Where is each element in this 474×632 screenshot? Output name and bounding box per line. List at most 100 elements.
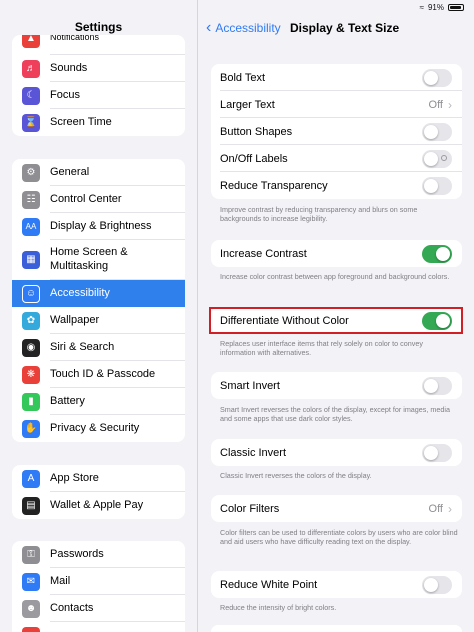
sidebar-item-label: Focus [50, 88, 80, 101]
contacts-icon: ☻ [22, 599, 40, 618]
sidebar-item-wallet[interactable]: ▤ Wallet & Apple Pay [12, 492, 185, 519]
reduce-transparency-row[interactable]: Reduce Transparency [211, 172, 462, 199]
fingerprint-icon: ❋ [22, 365, 40, 384]
chevron-right-icon: › [448, 97, 452, 112]
row-label: Button Shapes [220, 125, 293, 138]
smart-invert-toggle[interactable] [422, 376, 452, 395]
speaker-icon: ♬ [22, 59, 40, 78]
sidebar-item-label: Battery [50, 394, 85, 407]
accessibility-icon: ☺ [22, 284, 40, 303]
sidebar-item-home-screen[interactable]: ▦ Home Screen & Multitasking [12, 240, 185, 280]
off-label-icon [441, 154, 447, 161]
siri-icon: ◉ [22, 338, 40, 357]
sidebar-item-accessibility[interactable]: ☺ Accessibility [12, 280, 185, 307]
color-filters-value: Off › [429, 502, 452, 516]
display-options-card: Bold Text Larger Text Off › Button Shape… [211, 64, 462, 199]
color-filters-row[interactable]: Color Filters Off › [211, 495, 462, 522]
row-label: Color Filters [220, 502, 280, 515]
sidebar-item-touch-id[interactable]: ❋ Touch ID & Passcode [12, 361, 185, 388]
sidebar-item-notifications[interactable]: ▲ Notifications [12, 35, 185, 55]
sidebar-group-2: ⚙ General ☷ Control Center AA Display & … [12, 159, 185, 442]
chevron-left-icon: ‹ [206, 19, 212, 36]
back-label: Accessibility [215, 21, 281, 35]
battery-icon [448, 3, 464, 11]
sidebar-group-3: A App Store ▤ Wallet & Apple Pay [12, 465, 185, 519]
calendar-icon [22, 626, 40, 632]
color-filters-card: Color Filters Off › [211, 495, 462, 522]
sidebar-item-label: Home Screen & Multitasking [50, 246, 128, 272]
value-text: Off [428, 502, 443, 515]
increase-contrast-toggle[interactable] [422, 244, 452, 263]
sidebar-item-focus[interactable]: ☾ Focus [12, 82, 185, 109]
sidebar-item-label: Privacy & Security [50, 421, 140, 434]
sidebar-item-battery[interactable]: ▮ Battery [12, 388, 185, 415]
reduce-transparency-note: Improve contrast by reducing transparenc… [220, 205, 418, 223]
row-label: Reduce Transparency [220, 179, 328, 192]
sidebar-item-calendar[interactable] [12, 622, 185, 632]
reduce-white-point-toggle[interactable] [422, 575, 452, 594]
color-filters-note: Color filters can be used to differentia… [220, 528, 458, 546]
text-size-icon: AA [22, 217, 40, 236]
value-text: Off [428, 98, 443, 111]
row-label: Reduce White Point [220, 578, 318, 591]
bold-text-row[interactable]: Bold Text [211, 64, 462, 91]
sidebar-item-siri-search[interactable]: ◉ Siri & Search [12, 334, 185, 361]
sidebar-item-label: Siri & Search [50, 340, 115, 353]
button-shapes-toggle[interactable] [422, 122, 452, 141]
classic-invert-note: Classic Invert reverses the colors of th… [220, 471, 372, 480]
wifi-icon: ≈ [419, 2, 424, 12]
sidebar-item-wallpaper[interactable]: ✿ Wallpaper [12, 307, 185, 334]
classic-invert-card: Classic Invert [211, 439, 462, 466]
sidebar-item-display-brightness[interactable]: AA Display & Brightness [12, 213, 185, 240]
bold-text-toggle[interactable] [422, 68, 452, 87]
next-card [211, 625, 462, 632]
on-off-labels-row[interactable]: On/Off Labels [211, 145, 462, 172]
gear-icon: ⚙ [22, 163, 40, 182]
hand-icon: ✋ [22, 419, 40, 438]
sidebar-item-app-store[interactable]: A App Store [12, 465, 185, 492]
sidebar-item-passwords[interactable]: ⚿ Passwords [12, 541, 185, 568]
sidebar-item-screen-time[interactable]: ⌛ Screen Time [12, 109, 185, 136]
reduce-white-point-row[interactable]: Reduce White Point [211, 571, 462, 598]
sidebar-item-mail[interactable]: ✉ Mail [12, 568, 185, 595]
sidebar-item-label: Touch ID & Passcode [50, 367, 156, 380]
flower-icon: ✿ [22, 311, 40, 330]
row-label: Larger Text [220, 98, 275, 111]
differentiate-row[interactable]: Differentiate Without Color [211, 307, 462, 334]
sidebar-item-label: Passwords [50, 547, 104, 560]
sidebar: Settings ▲ Notifications ♬ Sounds ☾ Focu… [0, 0, 198, 632]
hourglass-icon: ⌛ [22, 113, 40, 132]
back-button[interactable]: ‹ Accessibility [206, 19, 281, 36]
sidebar-item-label: Wallet & Apple Pay [50, 498, 144, 511]
reduce-transparency-toggle[interactable] [422, 176, 452, 195]
on-off-labels-toggle[interactable] [422, 149, 452, 168]
sidebar-item-label: Screen Time [50, 115, 112, 128]
smart-invert-note: Smart Invert reverses the colors of the … [220, 405, 450, 423]
sidebar-item-general[interactable]: ⚙ General [12, 159, 185, 186]
sidebar-item-control-center[interactable]: ☷ Control Center [12, 186, 185, 213]
sidebar-item-label: Wallpaper [50, 313, 100, 326]
button-shapes-row[interactable]: Button Shapes [211, 118, 462, 145]
moon-icon: ☾ [22, 86, 40, 105]
sidebar-title: Settings [74, 20, 123, 34]
smart-invert-row[interactable]: Smart Invert [211, 372, 462, 399]
mail-icon: ✉ [22, 572, 40, 591]
sidebar-item-label: General [50, 165, 90, 178]
differentiate-note: Replaces user interface items that rely … [220, 339, 423, 357]
sidebar-item-sounds[interactable]: ♬ Sounds [12, 55, 185, 82]
sidebar-item-label: Control Center [50, 192, 122, 205]
differentiate-toggle[interactable] [422, 311, 452, 330]
classic-invert-toggle[interactable] [422, 443, 452, 462]
increase-contrast-row[interactable]: Increase Contrast [211, 240, 462, 267]
increase-contrast-card: Increase Contrast [211, 240, 462, 267]
wallet-icon: ▤ [22, 496, 40, 515]
sidebar-item-privacy[interactable]: ✋ Privacy & Security [12, 415, 185, 442]
sidebar-item-contacts[interactable]: ☻ Contacts [12, 595, 185, 622]
larger-text-row[interactable]: Larger Text Off › [211, 91, 462, 118]
sidebar-item-label: Accessibility [50, 286, 110, 299]
row-label: On/Off Labels [220, 152, 288, 165]
sliders-icon: ☷ [22, 190, 40, 209]
classic-invert-row[interactable]: Classic Invert [211, 439, 462, 466]
sidebar-item-label: Contacts [50, 601, 94, 614]
bell-icon: ▲ [22, 35, 40, 48]
